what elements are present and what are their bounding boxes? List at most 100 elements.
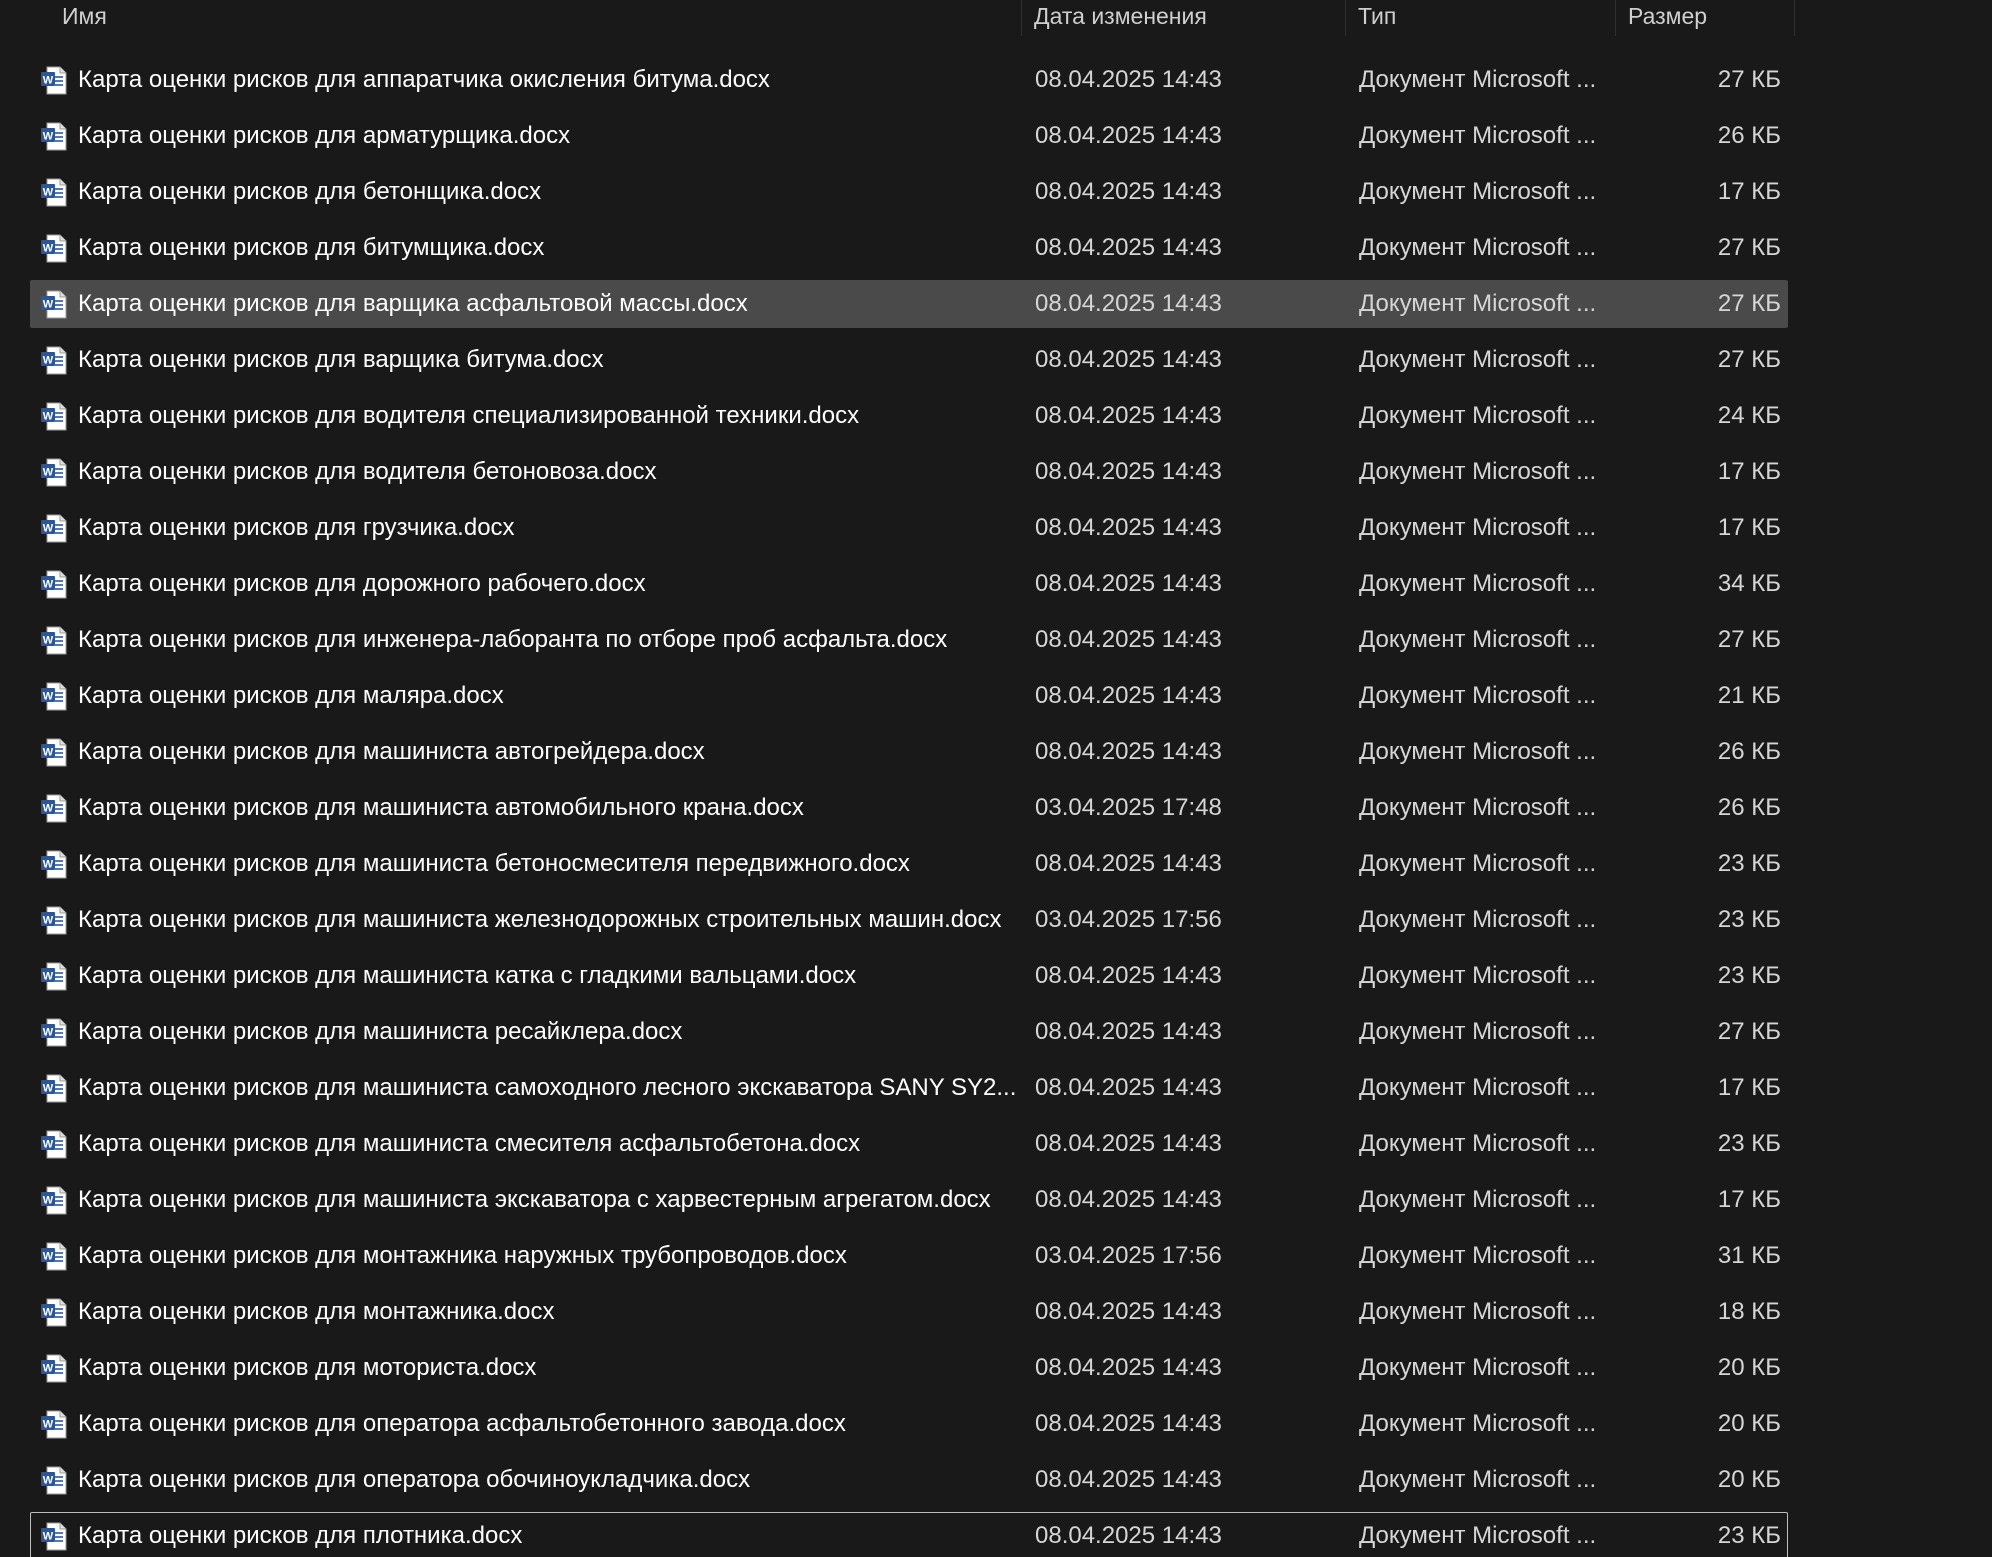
column-header-name[interactable]: Имя: [50, 0, 1022, 36]
file-row[interactable]: W Карта оценки рисков для грузчика.docx …: [30, 504, 1788, 552]
file-date-modified: 08.04.2025 14:43: [1035, 962, 1222, 989]
file-date-modified: 08.04.2025 14:43: [1035, 178, 1222, 205]
file-date-modified: 08.04.2025 14:43: [1035, 458, 1222, 485]
file-size: 23 КБ: [1717, 962, 1781, 989]
file-size: 27 КБ: [1717, 626, 1781, 653]
file-date-modified: 03.04.2025 17:48: [1035, 794, 1222, 821]
svg-text:W: W: [43, 915, 54, 927]
file-row[interactable]: W Карта оценки рисков для дорожного рабо…: [30, 560, 1788, 608]
svg-text:W: W: [43, 75, 54, 87]
file-type: Документ Microsoft ...: [1359, 1410, 1597, 1437]
file-name: Карта оценки рисков для машиниста автомо…: [78, 794, 804, 821]
file-size: 17 КБ: [1717, 1074, 1781, 1101]
file-name: Карта оценки рисков для грузчика.docx: [78, 514, 515, 541]
file-type: Документ Microsoft ...: [1359, 346, 1597, 373]
file-row[interactable]: W Карта оценки рисков для машиниста бето…: [30, 840, 1788, 888]
file-name: Карта оценки рисков для монтажника наруж…: [78, 1242, 847, 1269]
file-date-modified: 08.04.2025 14:43: [1035, 1522, 1222, 1549]
word-document-icon: W: [41, 570, 67, 599]
column-header-type[interactable]: Тип: [1345, 0, 1615, 36]
word-document-icon: W: [41, 794, 67, 823]
file-name: Карта оценки рисков для машиниста железн…: [78, 906, 1002, 933]
file-row[interactable]: W Карта оценки рисков для оператора асфа…: [30, 1400, 1788, 1448]
file-type: Документ Microsoft ...: [1359, 402, 1597, 429]
file-date-modified: 08.04.2025 14:43: [1035, 626, 1222, 653]
file-row[interactable]: W Карта оценки рисков для маляра.docx 08…: [30, 672, 1788, 720]
word-document-icon: W: [41, 1410, 67, 1439]
word-document-icon: W: [41, 682, 67, 711]
svg-text:W: W: [43, 1307, 54, 1319]
file-name: Карта оценки рисков для машиниста смесит…: [78, 1130, 861, 1157]
svg-text:W: W: [43, 187, 54, 199]
file-type: Документ Microsoft ...: [1359, 1074, 1597, 1101]
file-name: Карта оценки рисков для дорожного рабоче…: [78, 570, 646, 597]
file-row[interactable]: W Карта оценки рисков для машиниста реса…: [30, 1008, 1788, 1056]
word-document-icon: W: [41, 850, 67, 879]
word-document-icon: W: [41, 514, 67, 543]
file-row[interactable]: W Карта оценки рисков для варщика асфаль…: [30, 280, 1788, 328]
file-row[interactable]: W Карта оценки рисков для машиниста экск…: [30, 1176, 1788, 1224]
file-date-modified: 08.04.2025 14:43: [1035, 1466, 1222, 1493]
file-row[interactable]: W Карта оценки рисков для машиниста само…: [30, 1064, 1788, 1112]
file-row[interactable]: W Карта оценки рисков для битумщика.docx…: [30, 224, 1788, 272]
column-header-size[interactable]: Размер: [1615, 0, 1795, 36]
file-row[interactable]: W Карта оценки рисков для машиниста смес…: [30, 1120, 1788, 1168]
file-date-modified: 08.04.2025 14:43: [1035, 514, 1222, 541]
file-row[interactable]: W Карта оценки рисков для варщика битума…: [30, 336, 1788, 384]
word-document-icon: W: [41, 1298, 67, 1327]
file-size: 17 КБ: [1717, 178, 1781, 205]
file-row[interactable]: W Карта оценки рисков для аппаратчика ок…: [30, 56, 1788, 104]
file-size: 27 КБ: [1717, 1018, 1781, 1045]
svg-text:W: W: [43, 1475, 54, 1487]
file-row[interactable]: W Карта оценки рисков для оператора обоч…: [30, 1456, 1788, 1504]
file-row[interactable]: W Карта оценки рисков для плотника.docx …: [30, 1512, 1788, 1557]
file-size: 27 КБ: [1717, 290, 1781, 317]
file-name: Карта оценки рисков для оператора обочин…: [78, 1466, 751, 1493]
file-row[interactable]: W Карта оценки рисков для машиниста катк…: [30, 952, 1788, 1000]
file-type: Документ Microsoft ...: [1359, 962, 1597, 989]
file-type: Документ Microsoft ...: [1359, 1018, 1597, 1045]
svg-text:W: W: [43, 243, 54, 255]
word-document-icon: W: [41, 1186, 67, 1215]
file-size: 17 КБ: [1717, 1186, 1781, 1213]
file-size: 27 КБ: [1717, 66, 1781, 93]
file-type: Документ Microsoft ...: [1359, 850, 1597, 877]
file-name: Карта оценки рисков для оператора асфаль…: [78, 1410, 846, 1437]
file-row[interactable]: W Карта оценки рисков для монтажника.doc…: [30, 1288, 1788, 1336]
svg-text:W: W: [43, 747, 54, 759]
file-row[interactable]: W Карта оценки рисков для водителя специ…: [30, 392, 1788, 440]
file-date-modified: 08.04.2025 14:43: [1035, 1186, 1222, 1213]
file-date-modified: 08.04.2025 14:43: [1035, 122, 1222, 149]
file-date-modified: 08.04.2025 14:43: [1035, 570, 1222, 597]
file-type: Документ Microsoft ...: [1359, 906, 1597, 933]
file-row[interactable]: W Карта оценки рисков для бетонщика.docx…: [30, 168, 1788, 216]
file-size: 26 КБ: [1717, 738, 1781, 765]
file-date-modified: 03.04.2025 17:56: [1035, 906, 1222, 933]
file-name: Карта оценки рисков для машиниста бетоно…: [78, 850, 910, 877]
file-row[interactable]: W Карта оценки рисков для машиниста авто…: [30, 784, 1788, 832]
file-row[interactable]: W Карта оценки рисков для машиниста желе…: [30, 896, 1788, 944]
file-size: 17 КБ: [1717, 514, 1781, 541]
column-header-date-modified[interactable]: Дата изменения: [1021, 0, 1345, 36]
file-type: Документ Microsoft ...: [1359, 290, 1597, 317]
file-type: Документ Microsoft ...: [1359, 1466, 1597, 1493]
file-row[interactable]: W Карта оценки рисков для инженера-лабор…: [30, 616, 1788, 664]
word-document-icon: W: [41, 1130, 67, 1159]
file-row[interactable]: W Карта оценки рисков для моториста.docx…: [30, 1344, 1788, 1392]
file-name: Карта оценки рисков для аппаратчика окис…: [78, 66, 770, 93]
file-date-modified: 08.04.2025 14:43: [1035, 346, 1222, 373]
file-type: Документ Microsoft ...: [1359, 514, 1597, 541]
file-row[interactable]: W Карта оценки рисков для арматурщика.do…: [30, 112, 1788, 160]
file-name: Карта оценки рисков для моториста.docx: [78, 1354, 537, 1381]
word-document-icon: W: [41, 1354, 67, 1383]
file-row[interactable]: W Карта оценки рисков для монтажника нар…: [30, 1232, 1788, 1280]
file-size: 26 КБ: [1717, 122, 1781, 149]
file-row[interactable]: W Карта оценки рисков для водителя бетон…: [30, 448, 1788, 496]
file-type: Документ Microsoft ...: [1359, 234, 1597, 261]
svg-text:W: W: [43, 1083, 54, 1095]
file-size: 17 КБ: [1717, 458, 1781, 485]
word-document-icon: W: [41, 402, 67, 431]
file-size: 26 КБ: [1717, 794, 1781, 821]
file-row[interactable]: W Карта оценки рисков для машиниста авто…: [30, 728, 1788, 776]
word-document-icon: W: [41, 178, 67, 207]
